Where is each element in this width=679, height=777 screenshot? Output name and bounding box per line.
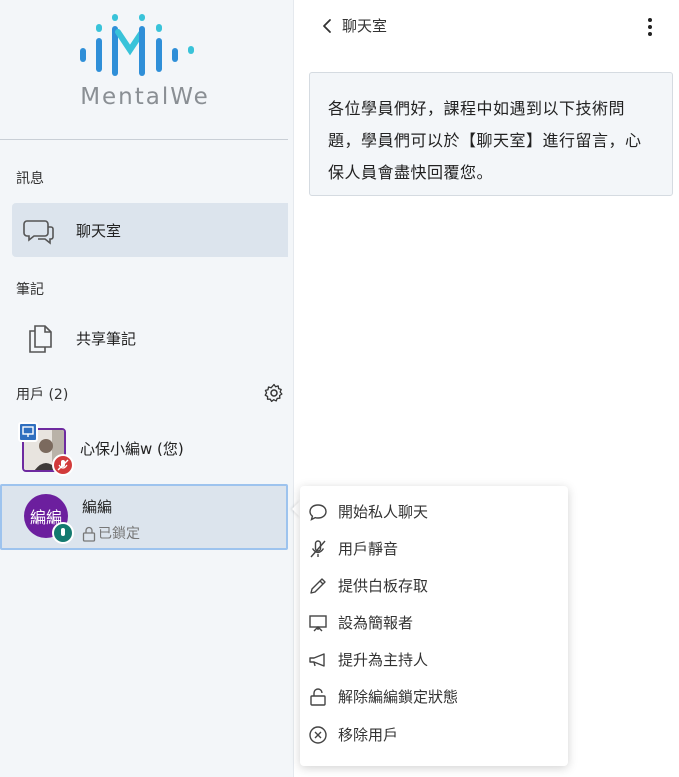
menu-item-make-presenter[interactable]: 設為簡報者 bbox=[300, 604, 568, 641]
menu-item-remove-user[interactable]: 移除用戶 bbox=[300, 716, 568, 753]
users-section-title: 用戶 (2) bbox=[16, 387, 69, 403]
chat-title[interactable]: 聊天室 bbox=[342, 15, 387, 36]
user-name: 心保小編w (您) bbox=[80, 440, 184, 458]
sidebar-item-shared-notes[interactable]: 共享筆記 bbox=[12, 311, 288, 365]
mic-off-icon bbox=[57, 459, 69, 471]
presentation-icon bbox=[309, 614, 327, 631]
megaphone-icon bbox=[309, 652, 325, 667]
more-options-icon[interactable] bbox=[644, 16, 656, 38]
menu-item-promote-moderator[interactable]: 提升為主持人 bbox=[300, 641, 568, 678]
notes-section-title: 筆記 bbox=[16, 282, 44, 298]
presentation-icon bbox=[22, 426, 34, 437]
user-name: 編編 bbox=[82, 498, 113, 516]
pencil-icon bbox=[310, 577, 326, 594]
presenter-badge bbox=[18, 422, 38, 442]
menu-item-private-chat[interactable]: 開始私人聊天 bbox=[300, 493, 568, 530]
sidebar-item-chat-label: 聊天室 bbox=[76, 221, 122, 240]
menu-item-label: 開始私人聊天 bbox=[338, 503, 429, 521]
remove-circle-icon bbox=[309, 725, 327, 744]
user-row-self[interactable]: 心保小編w (您) bbox=[0, 420, 288, 486]
mic-on-badge bbox=[52, 522, 74, 544]
menu-item-label: 提供白板存取 bbox=[338, 577, 429, 595]
messages-section-title: 訊息 bbox=[16, 171, 44, 187]
logo: MentalWe bbox=[0, 0, 288, 140]
unlock-icon bbox=[310, 687, 326, 706]
menu-item-label: 用戶靜音 bbox=[338, 540, 399, 558]
menu-item-label: 提升為主持人 bbox=[338, 651, 429, 669]
welcome-message: 各位學員們好，課程中如遇到以下技術問題，學員們可以於【聊天室】進行留言，心保人員… bbox=[309, 72, 673, 196]
user-context-menu: 開始私人聊天 用戶靜音 提供白板存取 設為簡報者 提升為主持人 解除編編鎖定狀態… bbox=[300, 486, 568, 766]
user-row-selected[interactable]: 編編 編編 已鎖定 bbox=[0, 484, 288, 550]
menu-item-label: 移除用戶 bbox=[338, 726, 399, 744]
chevron-left-icon[interactable] bbox=[320, 18, 334, 34]
logo-mark-icon bbox=[80, 14, 194, 76]
menu-item-whiteboard-access[interactable]: 提供白板存取 bbox=[300, 567, 568, 604]
lock-icon bbox=[82, 526, 96, 542]
chat-bubbles-icon bbox=[23, 220, 54, 245]
menu-item-label: 解除編編鎖定狀態 bbox=[338, 688, 459, 706]
chat-bubble-icon bbox=[309, 503, 327, 521]
menu-item-unlock-user[interactable]: 解除編編鎖定狀態 bbox=[300, 678, 568, 715]
sidebar: MentalWe 訊息 聊天室 筆記 共享筆記 用戶 (2) 心保小編w (您)… bbox=[0, 0, 294, 777]
menu-item-label: 設為簡報者 bbox=[338, 614, 414, 632]
gear-icon[interactable] bbox=[264, 383, 284, 403]
user-status: 已鎖定 bbox=[98, 526, 140, 542]
sidebar-item-chat[interactable]: 聊天室 bbox=[12, 203, 288, 257]
menu-item-mute-user[interactable]: 用戶靜音 bbox=[300, 530, 568, 567]
mic-muted-badge bbox=[52, 454, 74, 476]
sidebar-item-shared-notes-label: 共享筆記 bbox=[76, 329, 137, 348]
logo-text: MentalWe bbox=[80, 84, 210, 110]
documents-icon bbox=[29, 325, 52, 353]
mic-off-icon bbox=[310, 539, 326, 557]
mic-icon bbox=[61, 528, 65, 536]
